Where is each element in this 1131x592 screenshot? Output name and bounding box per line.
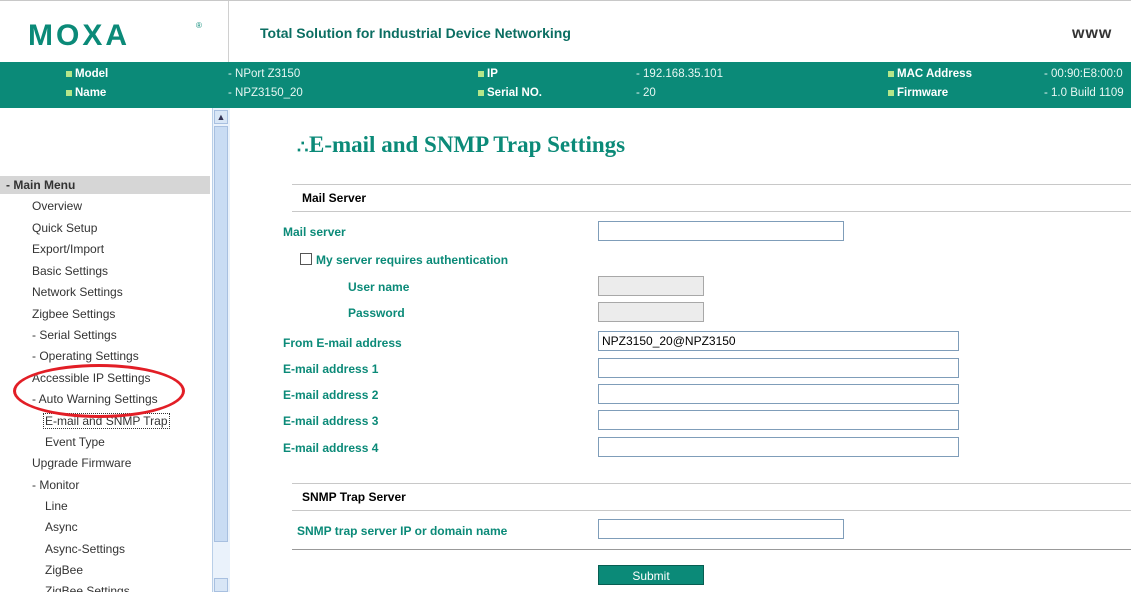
ip-value: - 192.168.35.101 <box>636 68 723 80</box>
mail-server-input[interactable] <box>598 221 844 241</box>
email2-label: E-mail address 2 <box>283 388 379 402</box>
mail-server-label: Mail server <box>283 225 346 239</box>
nav-item-network-settings[interactable]: Network Settings <box>32 285 123 299</box>
nav-item-overview[interactable]: Overview <box>32 199 82 213</box>
from-email-label: From E-mail address <box>283 336 402 350</box>
email4-input[interactable] <box>598 437 959 457</box>
title-dots-icon: ∴ <box>297 137 309 157</box>
snmp-section: SNMP Trap Server <box>292 483 1131 511</box>
mac-label: MAC Address <box>888 68 972 80</box>
nav-item-monitor[interactable]: - Monitor <box>32 478 79 492</box>
model-value: - NPort Z3150 <box>228 68 301 80</box>
nav-item-upgrade-firmware[interactable]: Upgrade Firmware <box>32 456 131 470</box>
highlight-circle <box>13 364 185 418</box>
serial-value: - 20 <box>636 87 656 99</box>
nav-item-async-settings[interactable]: Async-Settings <box>45 542 125 556</box>
firmware-label: Firmware <box>888 87 948 99</box>
bullet-icon <box>66 89 72 96</box>
divider <box>292 549 1131 550</box>
from-email-input[interactable] <box>598 331 959 351</box>
name-value: - NPZ3150_20 <box>228 87 303 99</box>
nav-scrollbar[interactable]: ▲ <box>212 108 230 592</box>
left-nav: - Main Menu Overview Quick Setup Export/… <box>0 108 212 592</box>
nav-item-basic-settings[interactable]: Basic Settings <box>32 264 108 278</box>
bullet-icon <box>888 70 894 77</box>
nav-item-quick-setup[interactable]: Quick Setup <box>32 221 97 235</box>
password-input[interactable] <box>598 302 704 322</box>
nav-item-async[interactable]: Async <box>45 520 78 534</box>
scroll-thumb[interactable] <box>214 126 228 542</box>
nav-item-event-type[interactable]: Event Type <box>45 435 105 449</box>
email3-label: E-mail address 3 <box>283 414 379 428</box>
nav-item-zigbee-settings[interactable]: Zigbee Settings <box>32 307 115 321</box>
scroll-down-icon[interactable] <box>214 578 228 592</box>
nav-item-zigbee-settings-monitor[interactable]: ZigBee Settings <box>45 584 130 592</box>
model-label: Model <box>66 68 108 80</box>
mail-server-section: Mail Server <box>292 184 1131 212</box>
header-bar: MOXA ® Total Solution for Industrial Dev… <box>0 0 1131 63</box>
nav-item-operating-settings[interactable]: - Operating Settings <box>32 349 139 363</box>
website-link[interactable]: www <box>1072 25 1112 43</box>
nav-item-serial-settings[interactable]: - Serial Settings <box>32 328 117 342</box>
email3-input[interactable] <box>598 410 959 430</box>
bullet-icon <box>478 70 484 77</box>
bullet-icon <box>478 89 484 96</box>
bullet-icon <box>888 89 894 96</box>
nav-item-line[interactable]: Line <box>45 499 68 513</box>
snmp-server-input[interactable] <box>598 519 844 539</box>
username-input[interactable] <box>598 276 704 296</box>
page-title: E-mail and SNMP Trap Settings <box>309 132 626 157</box>
auth-checkbox[interactable] <box>300 253 312 265</box>
bullet-icon <box>66 70 72 77</box>
snmp-server-label: SNMP trap server IP or domain name <box>297 524 508 538</box>
scroll-up-icon[interactable]: ▲ <box>214 110 228 124</box>
password-label: Password <box>348 306 405 320</box>
firmware-value: - 1.0 Build 1109 <box>1044 87 1124 99</box>
email1-label: E-mail address 1 <box>283 362 379 376</box>
mac-value: - 00:90:E8:00:0 <box>1044 68 1123 80</box>
submit-button[interactable]: Submit <box>598 565 704 585</box>
device-info-bar: Model - NPort Z3150 Name - NPZ3150_20 IP… <box>0 62 1131 108</box>
auth-label: My server requires authentication <box>316 253 509 267</box>
mail-server-section-title: Mail Server <box>302 191 367 205</box>
logo-cell: MOXA ® <box>0 1 229 63</box>
username-label: User name <box>348 280 410 294</box>
nav-item-zigbee[interactable]: ZigBee <box>45 563 83 577</box>
registered-mark: ® <box>196 21 202 30</box>
ip-label: IP <box>478 68 498 80</box>
email4-label: E-mail address 4 <box>283 441 379 455</box>
nav-item-export-import[interactable]: Export/Import <box>32 242 104 256</box>
name-label: Name <box>66 87 106 99</box>
tagline: Total Solution for Industrial Device Net… <box>260 25 571 41</box>
email1-input[interactable] <box>598 358 959 378</box>
serial-label: Serial NO. <box>478 87 542 99</box>
moxa-logo: MOXA <box>28 19 130 52</box>
email2-input[interactable] <box>598 384 959 404</box>
main-menu-header[interactable]: - Main Menu <box>0 176 210 194</box>
snmp-section-title: SNMP Trap Server <box>302 490 406 504</box>
